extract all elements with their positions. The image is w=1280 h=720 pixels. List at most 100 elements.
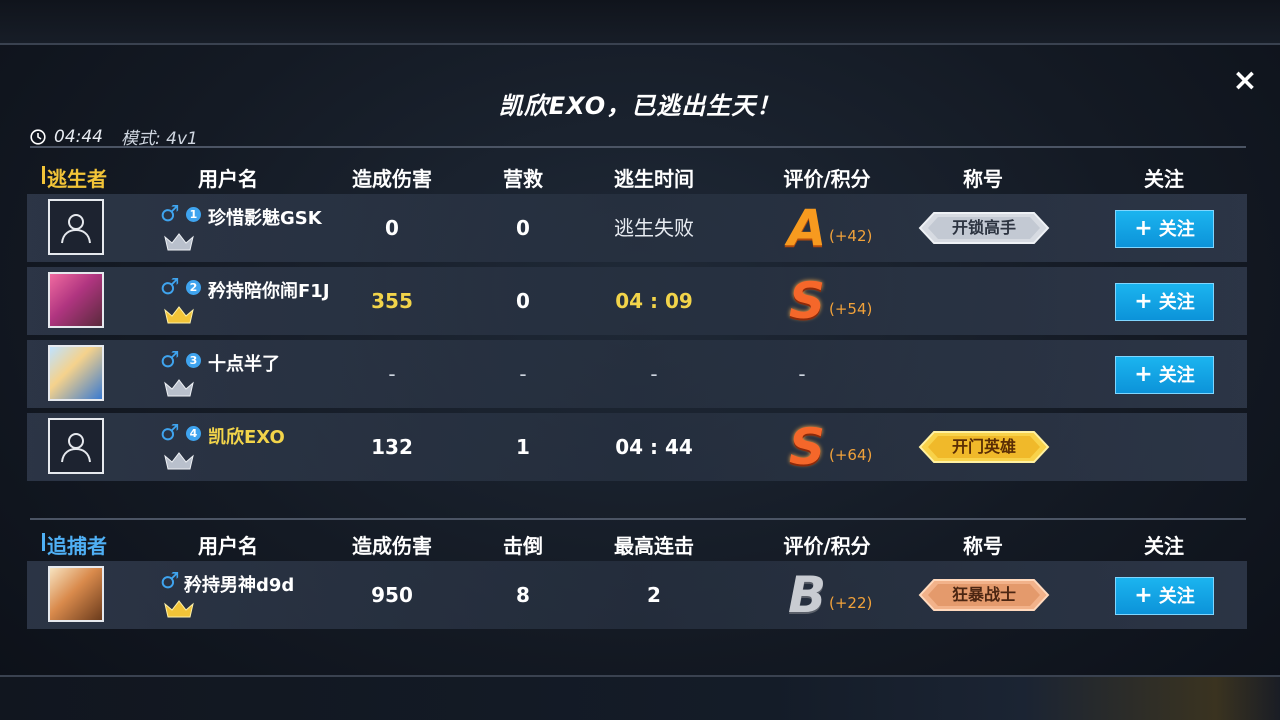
bottom-divider [0,675,1280,677]
damage-value: 950 [371,583,413,607]
col-knockdowns: 击倒 [503,534,543,558]
table-row: ♂ 4 凯欣EXO 132 1 04 : 44 S (+64) 开门英雄 [27,413,1247,481]
player-index: 1 [186,207,201,222]
avatar[interactable] [48,566,104,622]
grade-letter: B [787,566,827,624]
col-max-combo: 最高连击 [614,534,694,558]
col-title: 称号 [963,534,1003,558]
avatar[interactable] [48,418,104,474]
table-row: ♂ 2 矜持陪你闹F1J 355 0 04 : 09 S (+54) + 关注 [27,267,1247,335]
escape-time-value: 04 : 44 [615,435,693,459]
table-row: ♂ 3 十点半了 - - - - + 关注 [27,340,1247,408]
knockdowns-value: 8 [516,583,530,607]
damage-value: 132 [371,435,413,459]
damage-value: 0 [385,216,399,240]
player-index: 2 [186,280,201,295]
bottom-bar [0,677,1280,720]
top-divider [0,43,1280,45]
escaper-table-header: 逃生者 用户名 造成伤害 营救 逃生时间 评价/积分 称号 关注 [27,157,1247,193]
escape-time-value: 04 : 09 [615,289,693,313]
col-title: 称号 [963,167,1003,191]
title-badge-label: 开锁高手 [951,218,1016,237]
section-divider [30,518,1246,520]
score-delta: (+64) [829,446,873,464]
col-follow: 关注 [1144,534,1184,558]
silver-tier-icon [164,233,194,251]
col-grade: 评价/积分 [783,167,871,191]
follow-button[interactable]: + 关注 [1115,356,1214,394]
follow-label: 关注 [1158,586,1195,607]
follow-label: 关注 [1158,292,1195,313]
col-grade: 评价/积分 [783,534,871,558]
silver-tier-icon [164,379,194,397]
plus-icon: + [1134,216,1153,241]
damage-value: 355 [371,289,413,313]
grade-value: - [798,362,806,386]
rescue-value: 0 [516,289,530,313]
table-row: ♂ 1 珍惜影魅GSK 0 0 逃生失败 A (+42) 开锁高手 + 关注 [27,194,1247,262]
follow-button[interactable]: + 关注 [1115,283,1214,321]
role-escaper: 逃生者 [42,163,107,192]
plus-icon: + [1134,289,1153,314]
rescue-value: 0 [516,216,530,240]
player-index: 3 [186,353,201,368]
gold-tier-icon [164,306,194,324]
col-damage: 造成伤害 [352,534,432,558]
escape-time-value: 逃生失败 [614,216,694,240]
rescue-value: 1 [516,435,530,459]
col-damage: 造成伤害 [352,167,432,191]
grade-letter: S [788,418,825,476]
male-icon: ♂ [160,348,180,373]
score-delta: (+54) [829,300,873,318]
col-escape-time: 逃生时间 [614,167,694,191]
follow-label: 关注 [1158,219,1195,240]
avatar[interactable] [48,345,104,401]
grade-letter: S [788,272,825,330]
player-name: 凯欣EXO [208,427,285,448]
avatar[interactable] [48,272,104,328]
follow-button[interactable]: + 关注 [1115,210,1214,248]
hunter-table-header: 追捕者 用户名 造成伤害 击倒 最高连击 评价/积分 称号 关注 [27,524,1247,560]
score-delta: (+42) [829,227,873,245]
follow-label: 关注 [1158,365,1195,386]
score-delta: (+22) [829,594,873,612]
match-time: 04:44 [54,126,103,147]
silver-tier-icon [164,452,194,470]
max-combo-value: 2 [647,583,661,607]
male-icon: ♂ [160,421,180,446]
default-avatar-icon [61,433,91,463]
clock-icon [30,128,46,145]
col-username: 用户名 [198,534,258,558]
player-index: 4 [186,426,201,441]
player-name: 十点半了 [208,354,280,375]
title-badge-label: 开门英雄 [951,437,1016,456]
player-name: 矜持男神d9d [184,575,295,596]
damage-value: - [388,362,396,386]
role-hunter: 追捕者 [42,530,107,559]
player-name: 珍惜影魅GSK [208,208,322,229]
avatar[interactable] [48,199,104,255]
top-bar [0,0,1280,43]
col-rescue: 营救 [503,167,543,191]
table-row: ♂ 矜持男神d9d 950 8 2 B (+22) 狂暴战士 + 关注 [27,561,1247,629]
title-badge: 狂暴战士 [916,577,1052,613]
title-badge: 开门英雄 [916,429,1052,465]
plus-icon: + [1134,583,1153,608]
col-follow: 关注 [1144,167,1184,191]
male-icon: ♂ [160,275,180,300]
title-badge-label: 狂暴战士 [951,585,1016,604]
follow-button[interactable]: + 关注 [1115,577,1214,615]
escape-time-value: - [650,362,658,386]
rescue-value: - [519,362,527,386]
result-title: 凯欣EXO，已逃出生天！ [498,92,782,120]
grade-letter: A [787,199,827,257]
male-icon: ♂ [160,202,180,227]
col-username: 用户名 [198,167,258,191]
plus-icon: + [1134,362,1153,387]
gold-tier-icon [164,600,194,618]
default-avatar-icon [61,214,91,244]
header-divider [30,146,1246,148]
title-badge: 开锁高手 [916,210,1052,246]
player-name: 矜持陪你闹F1J [208,281,330,302]
male-icon: ♂ [160,569,180,594]
